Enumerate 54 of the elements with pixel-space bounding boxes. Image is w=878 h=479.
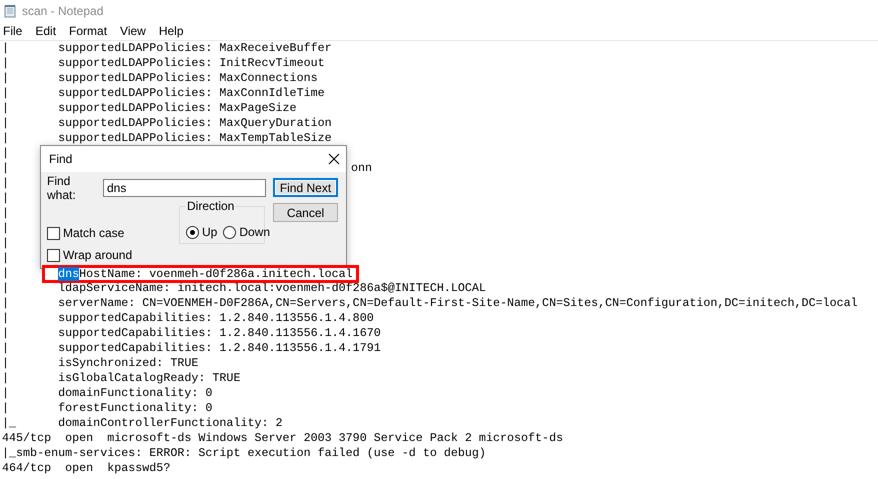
text-line: | supportedLDAPPolicies: InitRecvTimeout [2, 56, 325, 71]
direction-label: Direction [186, 199, 236, 213]
text-line: | [2, 176, 10, 191]
text-line: | supportedLDAPPolicies: MaxTempTableSize [2, 131, 332, 146]
close-icon[interactable] [328, 153, 340, 165]
text-line: | supportedLDAPPolicies: MaxConnections [2, 71, 318, 86]
text-line: | domainFunctionality: 0 [2, 386, 212, 401]
text-line: | supportedCapabilities: 1.2.840.113556.1.4.1670 [2, 326, 381, 341]
text-line: | supportedCapabilities: 1.2.840.113556.1.4.800 [2, 311, 374, 326]
dialog-button[interactable]: Cancel [273, 203, 338, 222]
menu-item[interactable]: Format [66, 24, 114, 38]
text-line: HostName: voenmeh-d0f286a.initech.local [79, 266, 353, 280]
text-line: | [2, 146, 10, 161]
selected-text: dns [58, 266, 80, 280]
text-line: | supportedLDAPPolicies: MaxQueryDuration [2, 116, 332, 131]
notepad-icon [3, 4, 17, 18]
text-line: | [2, 251, 10, 266]
checkbox[interactable] [47, 248, 60, 262]
checkbox-label: Wrap around [63, 248, 132, 262]
checkbox-label: Match case [63, 226, 124, 240]
text-line: | isSynchronized: TRUE [2, 356, 198, 371]
radio-label: Up [202, 225, 218, 239]
text-line: | supportedLDAPPolicies: MaxConnIdleTime [2, 86, 325, 101]
text-line: | isGlobalCatalogReady: TRUE [2, 371, 240, 386]
text-line: | [2, 266, 10, 281]
text-line: | supportedLDAPPolicies: MaxPageSize [2, 101, 297, 116]
window-title: scan - Notepad [22, 4, 104, 18]
radio-button[interactable] [186, 226, 199, 238]
text-line: |_smb-enum-services: ERROR: Script execution failed (use -d to debug) [2, 446, 486, 461]
text-line: | ldapServiceName: initech.local:voenmeh-d0f286a$@INITECH.LOCAL [2, 281, 486, 296]
text-line: | [2, 191, 10, 206]
text-line: | supportedCapabilities: 1.2.840.113556.1.4.1791 [2, 341, 381, 356]
text-line: | serverName: CN=VOENMEH-D0F286A,CN=Servers,CN=Default-First-Site-Name,CN=Sites,CN=Configuration,DC=initech,DC=local [2, 296, 858, 311]
menu-item[interactable]: File [0, 24, 28, 38]
text-line: | [2, 206, 10, 221]
menu-item[interactable]: Edit [32, 24, 62, 38]
text-line: | forestFunctionality: 0 [2, 401, 212, 416]
menu-item[interactable]: Help [156, 24, 190, 38]
find-what-field[interactable]: dns [103, 179, 266, 197]
text-line: 445/tcp open microsoft-ds Windows Server 2003 3790 Service Pack 2 microsoft-ds [2, 431, 564, 446]
checkbox[interactable] [47, 226, 60, 240]
radio-button[interactable] [223, 226, 236, 238]
text-line: | [2, 161, 10, 176]
dialog-button[interactable]: Find Next [273, 178, 338, 197]
text-line: | [2, 221, 10, 236]
menu-item[interactable]: View [117, 24, 152, 38]
text-line: | supportedLDAPPolicies: MaxReceiveBuffer [2, 41, 332, 56]
text-line: |_ domainControllerFunctionality: 2 [2, 416, 283, 431]
radio-label: Down [239, 225, 270, 239]
dialog-title: Find [49, 152, 72, 166]
text-line: onn [351, 161, 372, 176]
text-line: 464/tcp open kpasswd5? [2, 461, 170, 476]
find-what-label: Find what: [47, 174, 77, 202]
text-line: | [2, 236, 10, 251]
